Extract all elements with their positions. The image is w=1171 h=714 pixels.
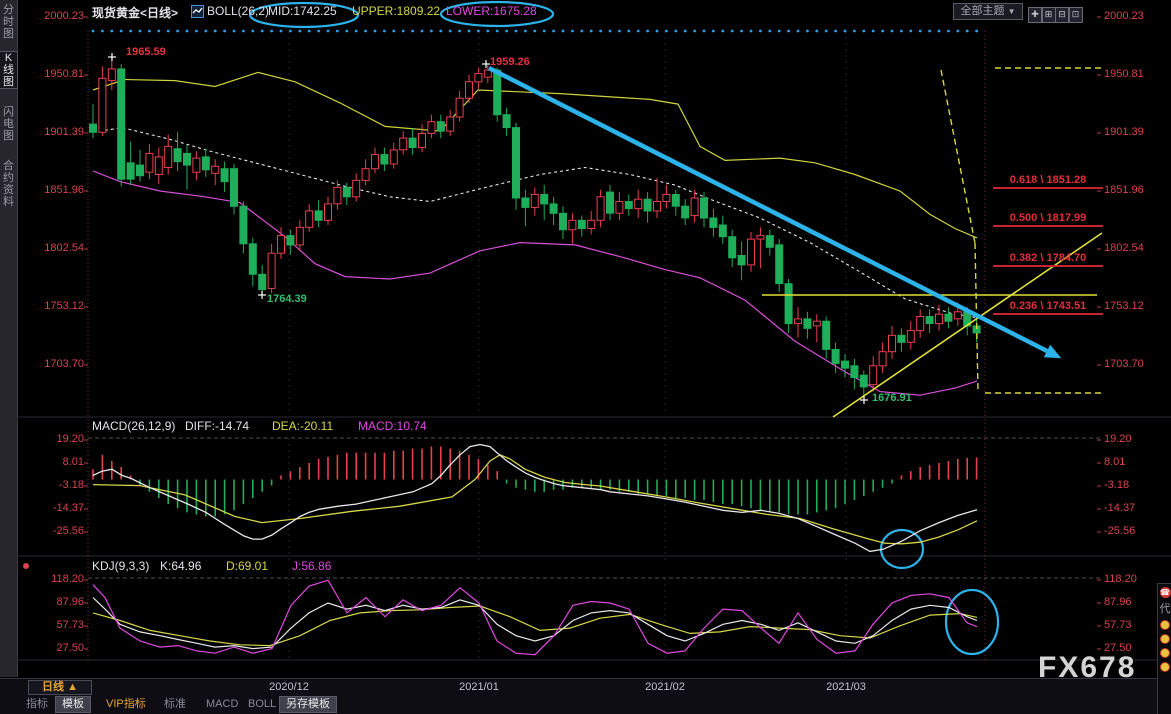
symbol-period: <日线> xyxy=(140,6,178,20)
chart-header: 现货黄金<日线> BOLL(26,2) MID:1742.25 UPPER:18… xyxy=(0,0,1171,24)
sidebar-item-char: 合 xyxy=(0,160,17,172)
x-axis-label: 2020/12 xyxy=(269,681,309,693)
tab-6[interactable]: BOLL xyxy=(242,697,282,712)
alarm-icon[interactable] xyxy=(1160,634,1170,644)
sidebar-item-char: 料 xyxy=(0,196,17,208)
sidebar-item-char: 线 xyxy=(0,64,17,76)
sidebar-item-char: 图 xyxy=(0,28,17,40)
period-selector[interactable]: 日线 ▲ xyxy=(28,680,92,695)
boll-label: BOLL(26,2) xyxy=(207,4,269,18)
sidebar-item-4[interactable]: 合约资料 xyxy=(0,160,17,208)
scale-x-icon[interactable]: ⊟ xyxy=(1055,7,1069,23)
sidebar-item-char: 分 xyxy=(0,4,17,16)
kdj-d-value: D:69.01 xyxy=(226,559,268,573)
sidebar-item-char: 图 xyxy=(0,76,17,88)
x-axis-label: 2021/03 xyxy=(826,681,866,693)
kdj-title: KDJ(9,3,3) xyxy=(92,559,149,573)
sidebar-item-char: 电 xyxy=(0,118,17,130)
tab-1[interactable]: 指标 xyxy=(20,697,54,712)
tab-5[interactable]: MACD xyxy=(200,697,244,712)
x-axis-row: 日线 ▲ 2020/12 2021/01 2021/02 2021/03 xyxy=(0,678,1171,697)
sidebar-item-char: K xyxy=(0,52,17,64)
chevron-down-icon: ▼ xyxy=(1008,7,1016,16)
sidebar-item-char: 闪 xyxy=(0,106,17,118)
strip-label: 代 xyxy=(1158,600,1171,616)
kdj-k-value: K:64.96 xyxy=(160,559,201,573)
alarm-icon[interactable] xyxy=(1160,648,1170,658)
alarm-icon[interactable] xyxy=(1160,662,1170,672)
macd-title: MACD(26,12,9) xyxy=(92,419,175,433)
tab-7[interactable]: 另存模板 xyxy=(280,697,336,712)
macd-dea-value: DEA:-20.11 xyxy=(272,419,333,433)
sidebar-item-char: 资 xyxy=(0,184,17,196)
sidebar-item-char: 图 xyxy=(0,130,17,142)
theme-dropdown[interactable]: 全部主题 ▼ xyxy=(953,3,1023,20)
boll-mid-value: MID:1742.25 xyxy=(268,4,337,18)
period-label: 日线 xyxy=(42,681,64,693)
chart-canvas[interactable] xyxy=(0,0,1171,714)
sidebar-item-2[interactable]: K线图 xyxy=(0,52,17,88)
sidebar-item-1[interactable]: 分时图 xyxy=(0,4,17,40)
x-axis-label: 2021/02 xyxy=(645,681,685,693)
tab-2[interactable]: 模板 xyxy=(56,697,90,712)
left-sidebar: 分时图K线图闪电图合约资料 xyxy=(0,0,18,677)
indicator-dot-icon xyxy=(23,563,29,569)
alarm-icon[interactable] xyxy=(1160,620,1170,630)
sidebar-item-char: 时 xyxy=(0,16,17,28)
kline-icon xyxy=(191,5,204,21)
macd-hist-value: MACD:10.74 xyxy=(358,419,427,433)
right-panel-strip: ☎代 xyxy=(1157,583,1171,714)
alert-phone-icon[interactable]: ☎ xyxy=(1160,587,1171,598)
scale-y-icon[interactable]: ⊡ xyxy=(1069,7,1083,23)
theme-dropdown-label: 全部主题 xyxy=(961,5,1005,17)
macd-diff-value: DIFF:-14.74 xyxy=(185,419,249,433)
sidebar-item-char: 约 xyxy=(0,172,17,184)
symbol-title: 现货黄金<日线> xyxy=(92,4,178,21)
sidebar-item-3[interactable]: 闪电图 xyxy=(0,106,17,142)
tab-3[interactable]: VIP指标 xyxy=(100,697,152,712)
triangle-up-icon: ▲ xyxy=(67,681,78,693)
x-axis-label: 2021/01 xyxy=(459,681,499,693)
boll-lower-value: LOWER:1675.28 xyxy=(446,4,537,18)
bottom-tab-bar: 指标模板 VIP指标标准 MACDBOLL另存模板 xyxy=(0,696,1171,714)
kdj-j-value: J:56.86 xyxy=(292,559,331,573)
fit-chart-icon[interactable]: ⊞ xyxy=(1042,7,1056,23)
trading-app-window: 2000.232000.231950.811950.811901.391901.… xyxy=(0,0,1171,714)
boll-upper-value: UPPER:1809.22 xyxy=(352,4,440,18)
tab-4[interactable]: 标准 xyxy=(158,697,192,712)
move-tool-icon[interactable]: ✚ xyxy=(1028,7,1042,23)
symbol-name: 现货黄金 xyxy=(92,6,140,20)
